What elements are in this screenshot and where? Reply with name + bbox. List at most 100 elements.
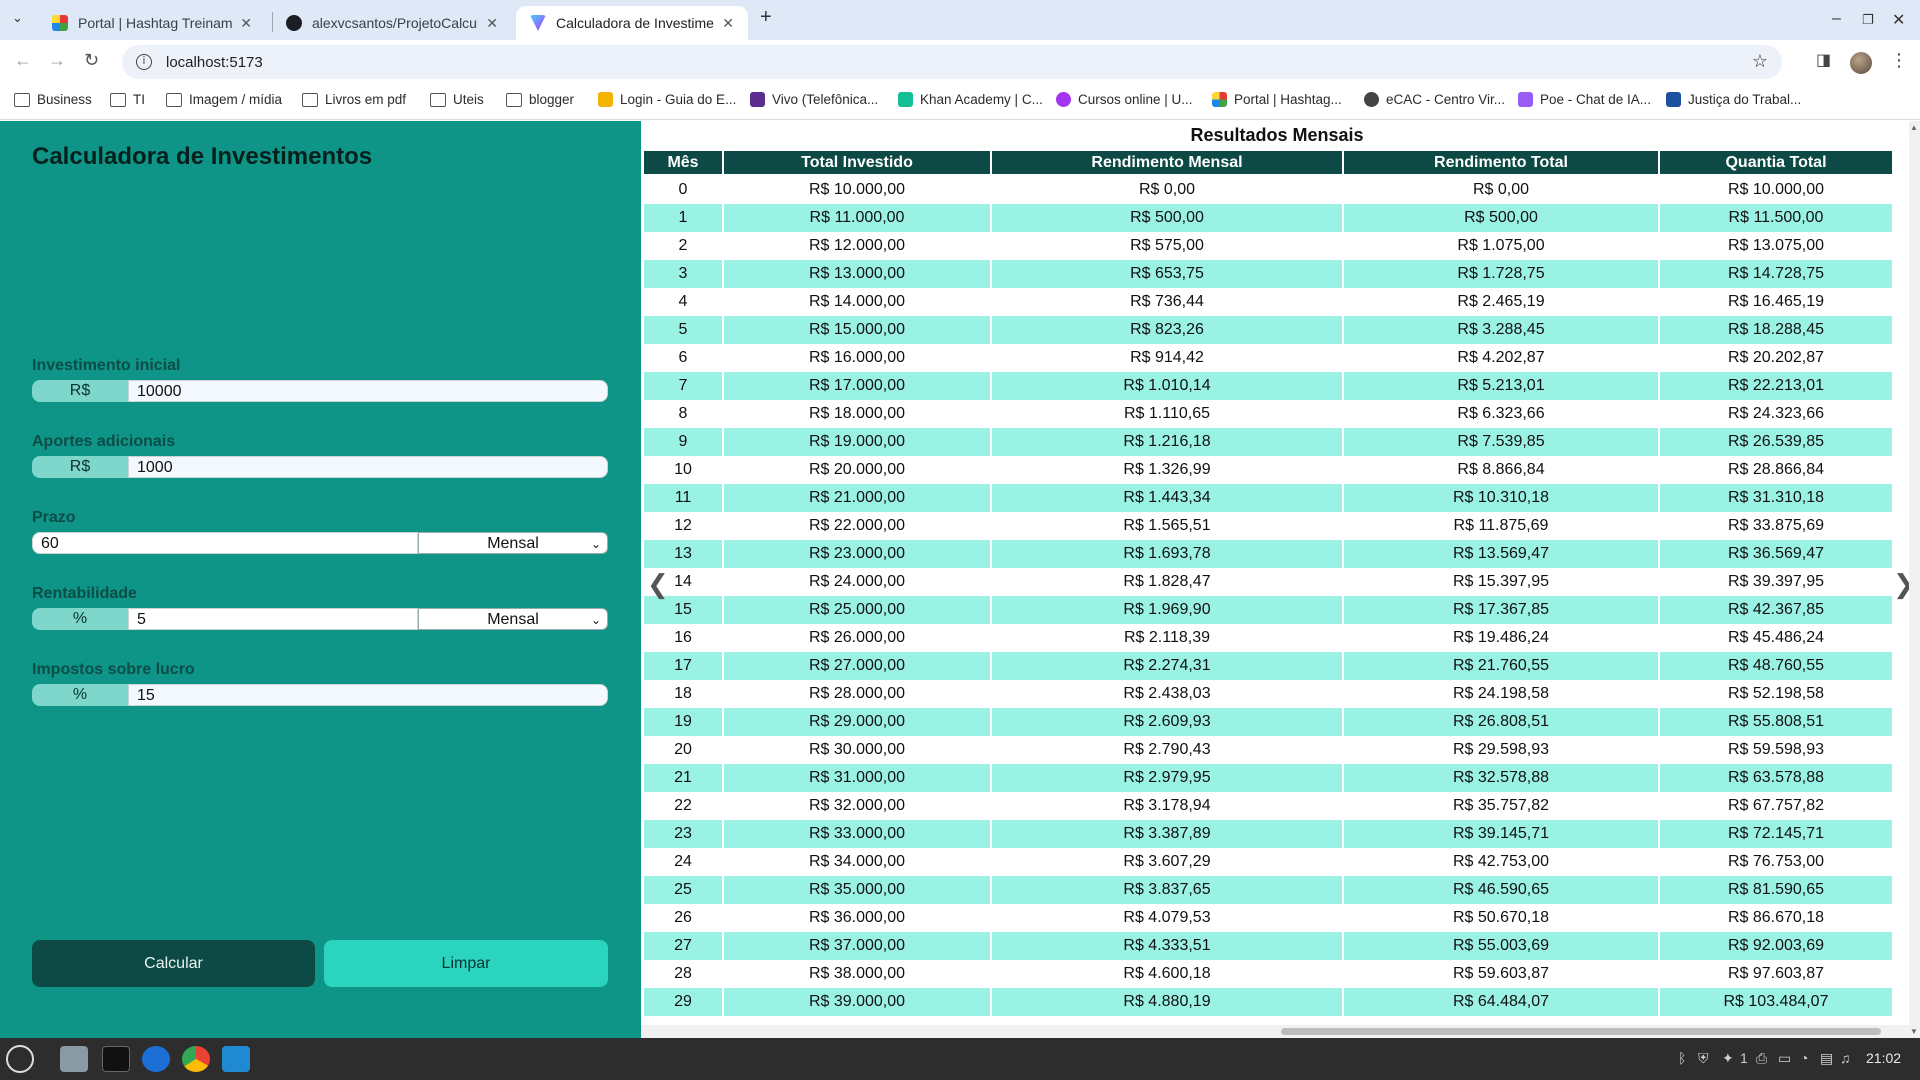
bookmark-label: Business [37, 92, 92, 107]
column-header[interactable]: Rendimento Mensal [992, 151, 1342, 176]
table-cell: R$ 26.000,00 [724, 624, 990, 652]
table-cell: R$ 55.808,51 [1660, 708, 1892, 736]
bluetooth-icon[interactable]: ᛒ [1678, 1050, 1686, 1066]
bookmark-ecac[interactable]: eCAC - Centro Vir... [1364, 92, 1505, 107]
new-tab-icon[interactable]: + [760, 6, 772, 29]
bookmark-justica-trabalho[interactable]: Justiça do Trabal... [1666, 92, 1801, 107]
impostos-input[interactable]: 15 [128, 684, 608, 706]
column-header[interactable]: Quantia Total [1660, 151, 1892, 176]
bookmark-folder-blogger[interactable]: blogger [506, 92, 574, 107]
close-icon[interactable]: ✕ [240, 15, 252, 32]
bookmark-poe[interactable]: Poe - Chat de IA... [1518, 92, 1651, 107]
rentabilidade-period-select[interactable]: Mensal ⌄ [418, 608, 608, 630]
tab-search-icon[interactable]: ⌄ [12, 10, 23, 26]
network-icon[interactable]: ▤ [1820, 1050, 1833, 1067]
terminal-icon[interactable] [102, 1046, 130, 1072]
page-title: Calculadora de Investimentos [32, 143, 373, 170]
file-manager-icon[interactable] [60, 1046, 88, 1072]
bookmark-label: Vivo (Telefônica... [772, 92, 879, 107]
prazo-row: 60 Mensal ⌄ [32, 532, 608, 554]
table-cell: R$ 2.274,31 [992, 652, 1342, 680]
close-icon[interactable]: ✕ [722, 15, 734, 32]
table-cell: R$ 653,75 [992, 260, 1342, 288]
bookmark-login-guia[interactable]: Login - Guia do E... [598, 92, 736, 107]
calcular-button[interactable]: Calcular [32, 940, 315, 987]
horizontal-scrollbar[interactable] [641, 1025, 1909, 1038]
shield-icon[interactable]: ⛨ [1698, 1050, 1709, 1067]
table-row: 7 R$ 17.000,00 R$ 1.010,14 R$ 5.213,01 R$ 22… [644, 372, 1892, 400]
vscode-icon[interactable] [222, 1046, 250, 1072]
reload-icon[interactable]: ↻ [84, 50, 99, 71]
chrome-icon[interactable] [182, 1046, 210, 1072]
forward-icon[interactable]: → [48, 50, 66, 71]
bookmark-vivo[interactable]: Vivo (Telefônica... [750, 92, 878, 107]
table-row: 22 R$ 32.000,00 R$ 3.178,94 R$ 35.757,82 R$ … [644, 792, 1892, 820]
bookmark-folder-uteis[interactable]: Uteis [430, 92, 484, 107]
column-header[interactable]: Rendimento Total [1344, 151, 1658, 176]
table-cell: R$ 1.216,18 [992, 428, 1342, 456]
table-cell: R$ 35.000,00 [724, 876, 990, 904]
prev-arrow-icon[interactable]: ❮ [647, 569, 669, 600]
printer-icon[interactable]: ⎙ [1756, 1050, 1767, 1067]
prazo-input[interactable]: 60 [32, 532, 418, 554]
results-table: Mês Total Investido Rendimento Mensal Re… [642, 151, 1894, 1016]
back-icon[interactable]: ← [14, 50, 32, 71]
table-cell: R$ 2.118,39 [992, 624, 1342, 652]
restore-icon[interactable]: ❐ [1862, 12, 1874, 28]
bookmark-folder-livros[interactable]: Livros em pdf [302, 92, 406, 107]
side-panel-icon[interactable]: ◨ [1816, 50, 1831, 70]
table-row: 13 R$ 23.000,00 R$ 1.693,78 R$ 13.569,47 R$ … [644, 540, 1892, 568]
bookmark-label: Livros em pdf [325, 92, 407, 107]
aportes-input[interactable]: 1000 [128, 456, 608, 478]
bookmark-star-icon[interactable]: ☆ [1752, 51, 1768, 72]
chevron-down-icon: ⌄ [590, 537, 601, 551]
mint-menu-icon[interactable] [6, 1045, 34, 1073]
rentabilidade-input[interactable]: 5 [128, 608, 418, 630]
bookmark-portal-hashtag[interactable]: Portal | Hashtag... [1212, 92, 1342, 107]
close-icon[interactable]: ✕ [486, 15, 498, 32]
scroll-up-icon[interactable]: ▲ [1910, 123, 1918, 132]
tab-github[interactable]: alexvcsantos/ProjetoCalcula ✕ [272, 6, 512, 40]
bookmark-label: Justiça do Trabal... [1688, 92, 1802, 107]
table-cell: R$ 19.486,24 [1344, 624, 1658, 652]
bookmark-khan-academy[interactable]: Khan Academy | C... [898, 92, 1043, 107]
bookmark-folder-ti[interactable]: TI [110, 92, 145, 107]
thunderbird-icon[interactable] [142, 1046, 170, 1072]
bookmark-cursos-online[interactable]: Cursos online | U... [1056, 92, 1193, 107]
scroll-down-icon[interactable]: ▼ [1910, 1027, 1918, 1036]
table-row: 26 R$ 36.000,00 R$ 4.079,53 R$ 50.670,18 R$ … [644, 904, 1892, 932]
sound-icon[interactable]: ♫ [1840, 1050, 1851, 1066]
table-cell: R$ 67.757,82 [1660, 792, 1892, 820]
update-icon[interactable]: ✦ [1722, 1050, 1734, 1067]
folder-icon [110, 92, 126, 107]
display-icon[interactable]: ▭ [1778, 1050, 1791, 1067]
table-row: 9 R$ 19.000,00 R$ 1.216,18 R$ 7.539,85 R$ 26… [644, 428, 1892, 456]
vertical-scrollbar[interactable]: ▲ ▼ [1909, 121, 1920, 1038]
investimento-inicial-input[interactable]: 10000 [128, 380, 608, 402]
tab-calculadora[interactable]: Calculadora de Investimento ✕ [516, 6, 748, 40]
table-cell: R$ 36.569,47 [1660, 540, 1892, 568]
table-cell: R$ 1.828,47 [992, 568, 1342, 596]
profile-avatar[interactable] [1850, 52, 1872, 74]
table-row: 21 R$ 31.000,00 R$ 2.979,95 R$ 32.578,88 R$ … [644, 764, 1892, 792]
table-cell: 29 [644, 988, 722, 1016]
bookmark-folder-business[interactable]: Business [14, 92, 92, 107]
bookmark-label: Portal | Hashtag... [1234, 92, 1342, 107]
wifi-icon[interactable]: ◔ [1800, 1050, 1808, 1066]
column-header[interactable]: Total Investido [724, 151, 990, 176]
address-bar[interactable]: i localhost:5173 ☆ [122, 45, 1782, 79]
close-window-icon[interactable]: ✕ [1892, 10, 1905, 30]
table-row: 29 R$ 39.000,00 R$ 4.880,19 R$ 64.484,07 R$ … [644, 988, 1892, 1016]
tab-portal-hashtag[interactable]: Portal | Hashtag Treinament ✕ [38, 6, 266, 40]
site-info-icon[interactable]: i [136, 54, 152, 70]
menu-icon[interactable]: ⋮ [1890, 50, 1908, 71]
prazo-period-select[interactable]: Mensal ⌄ [418, 532, 608, 554]
bookmark-folder-imagem[interactable]: Imagem / mídia [166, 92, 282, 107]
column-header[interactable]: Mês [644, 151, 722, 176]
table-cell: 22 [644, 792, 722, 820]
table-cell: R$ 28.000,00 [724, 680, 990, 708]
table-cell: 12 [644, 512, 722, 540]
minimize-icon[interactable]: – [1832, 10, 1841, 28]
scrollbar-thumb[interactable] [1281, 1028, 1881, 1035]
limpar-button[interactable]: Limpar [324, 940, 608, 987]
